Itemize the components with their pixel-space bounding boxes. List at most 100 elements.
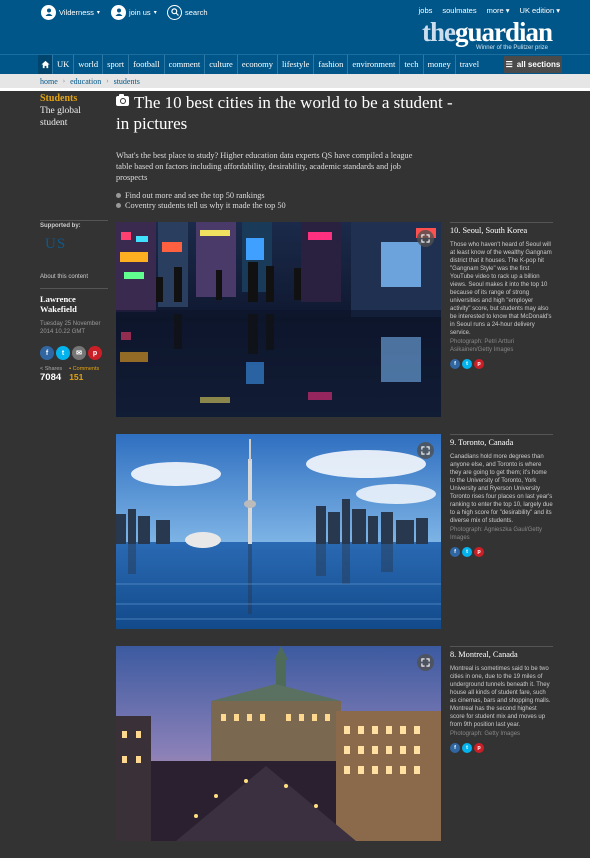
pinterest-share-icon[interactable]: p (474, 359, 484, 369)
bullet-icon (116, 202, 121, 208)
top-link-soulmates[interactable]: soulmates (442, 6, 476, 15)
nav-item-world[interactable]: world (73, 55, 102, 74)
facebook-share-icon[interactable]: f (450, 359, 460, 369)
photo-credit: Photograph: Getty Images (450, 731, 521, 737)
guardian-logo[interactable]: theguardian (422, 19, 553, 46)
breadcrumb-education[interactable]: education (70, 77, 101, 86)
author-name[interactable]: Lawrence Wakefield (40, 294, 110, 314)
top-link-more[interactable]: more ▾ (487, 6, 510, 15)
gallery-photo-toronto[interactable] (116, 434, 441, 629)
home-icon (40, 60, 50, 69)
section-name[interactable]: Students (40, 93, 110, 105)
caption-title: 8. Montreal, Canada (450, 650, 518, 659)
breadcrumb-home[interactable]: home (40, 77, 58, 86)
search-label: search (185, 7, 208, 17)
nav-item-sport[interactable]: sport (102, 55, 128, 74)
email-share-icon[interactable]: ✉ (72, 346, 86, 360)
chevron-right-icon: › (106, 77, 109, 85)
pinterest-share-icon[interactable]: p (88, 346, 102, 360)
share-buttons: f t ✉ p (40, 346, 102, 360)
link-coventry-students[interactable]: Coventry students tell us why it made th… (116, 200, 286, 210)
all-sections-button[interactable]: ☰ all sections (504, 56, 562, 73)
gallery-photo-seoul[interactable] (116, 222, 441, 417)
chevron-right-icon: › (62, 77, 66, 85)
caption-share-buttons: f t p (450, 359, 553, 369)
join-menu[interactable]: join us ▾ (111, 4, 157, 20)
toronto-photo (116, 434, 441, 629)
nav-item-football[interactable]: football (128, 55, 163, 74)
expand-icon (421, 446, 430, 455)
facebook-share-icon[interactable]: f (450, 743, 460, 753)
join-label: join us (129, 7, 151, 17)
expand-button[interactable] (417, 442, 434, 459)
top-link-edition[interactable]: UK edition ▾ (520, 6, 560, 15)
chevron-down-icon: ▾ (153, 9, 157, 16)
caption-toronto: 9. Toronto, Canada Canadians hold more d… (450, 434, 553, 557)
link-top-50-rankings[interactable]: Find out more and see the top 50 ranking… (116, 190, 286, 200)
divider (450, 646, 553, 647)
photo-credit: Photograph: Agnieszka Gaul/Getty Images (450, 527, 543, 541)
nav-item-environment[interactable]: environment (347, 55, 399, 74)
caption-title: 10. Seoul, South Korea (450, 226, 528, 235)
facebook-share-icon[interactable]: f (40, 346, 54, 360)
nav-item-comment[interactable]: comment (163, 55, 205, 74)
nav-item-travel[interactable]: travel (454, 55, 483, 74)
caption-text: Those who haven't heard of Seoul will at… (450, 242, 552, 336)
photo-credit: Photograph: Petri Artturi Asikainen/Gett… (450, 339, 515, 353)
pinterest-share-icon[interactable]: p (474, 743, 484, 753)
user-icon (41, 4, 56, 20)
nav-item-lifestyle[interactable]: lifestyle (277, 55, 313, 74)
supported-by-label: Supported by: (40, 223, 81, 229)
publish-date: Tuesday 25 November 2014 10.22 GMT (40, 321, 101, 335)
top-links: jobs soulmates more ▾ UK edition ▾ (419, 6, 560, 15)
twitter-share-icon[interactable]: t (462, 743, 472, 753)
nav-item-money[interactable]: money (422, 55, 455, 74)
caption-seoul: 10. Seoul, South Korea Those who haven't… (450, 222, 553, 369)
nav-item-fashion[interactable]: fashion (313, 55, 347, 74)
caption-montreal: 8. Montreal, Canada Montreal is sometime… (450, 646, 553, 753)
montreal-photo (116, 646, 441, 841)
user-label: Vilderness (59, 7, 94, 17)
pinterest-share-icon[interactable]: p (474, 547, 484, 557)
expand-icon (421, 658, 430, 667)
menu-icon: ☰ (505, 60, 513, 69)
chevron-down-icon: ▾ (96, 9, 100, 16)
twitter-share-icon[interactable]: t (462, 359, 472, 369)
caption-share-buttons: f t p (450, 547, 553, 557)
camera-icon (116, 94, 129, 106)
nav-item-uk[interactable]: UK (52, 55, 73, 74)
twitter-share-icon[interactable]: t (56, 346, 70, 360)
user-menu[interactable]: Vilderness ▾ (41, 4, 100, 20)
sponsor-logo[interactable]: US (45, 236, 97, 262)
caption-title: 9. Toronto, Canada (450, 438, 514, 447)
search-button[interactable]: search (167, 4, 208, 20)
about-content-link[interactable]: About this content (40, 274, 88, 280)
breadcrumb-students[interactable]: students (114, 77, 140, 86)
search-icon (167, 4, 182, 20)
section-label: Students The global student (40, 93, 110, 129)
top-bar: Vilderness ▾ join us ▾ search jobs soulm… (0, 0, 590, 54)
caption-text: Canadians hold more degrees than anyone … (450, 454, 553, 524)
divider (450, 222, 553, 223)
tagline: Winner of the Pulitzer prize (475, 45, 548, 51)
nav-item-culture[interactable]: culture (204, 55, 237, 74)
twitter-share-icon[interactable]: t (462, 547, 472, 557)
standfirst: What's the best place to study? Higher e… (116, 151, 413, 182)
expand-button[interactable] (417, 654, 434, 671)
share-counts: < Shares 7084 ▪ Comments 151 (40, 366, 99, 383)
caption-text: Montreal is sometimes said to be two cit… (450, 666, 551, 728)
facebook-share-icon[interactable]: f (450, 547, 460, 557)
section-nav: UK world sport football comment culture … (0, 54, 590, 74)
expand-icon (421, 234, 430, 243)
comments-count[interactable]: ▪ Comments 151 (69, 366, 99, 383)
join-icon (111, 4, 126, 20)
divider (450, 434, 553, 435)
section-subtitle[interactable]: The global student (40, 105, 110, 129)
divider (40, 288, 108, 289)
nav-item-tech[interactable]: tech (399, 55, 422, 74)
top-link-jobs[interactable]: jobs (419, 6, 433, 15)
expand-button[interactable] (417, 230, 434, 247)
home-nav-button[interactable] (38, 55, 52, 74)
gallery-photo-montreal[interactable] (116, 646, 441, 841)
nav-item-economy[interactable]: economy (236, 55, 277, 74)
